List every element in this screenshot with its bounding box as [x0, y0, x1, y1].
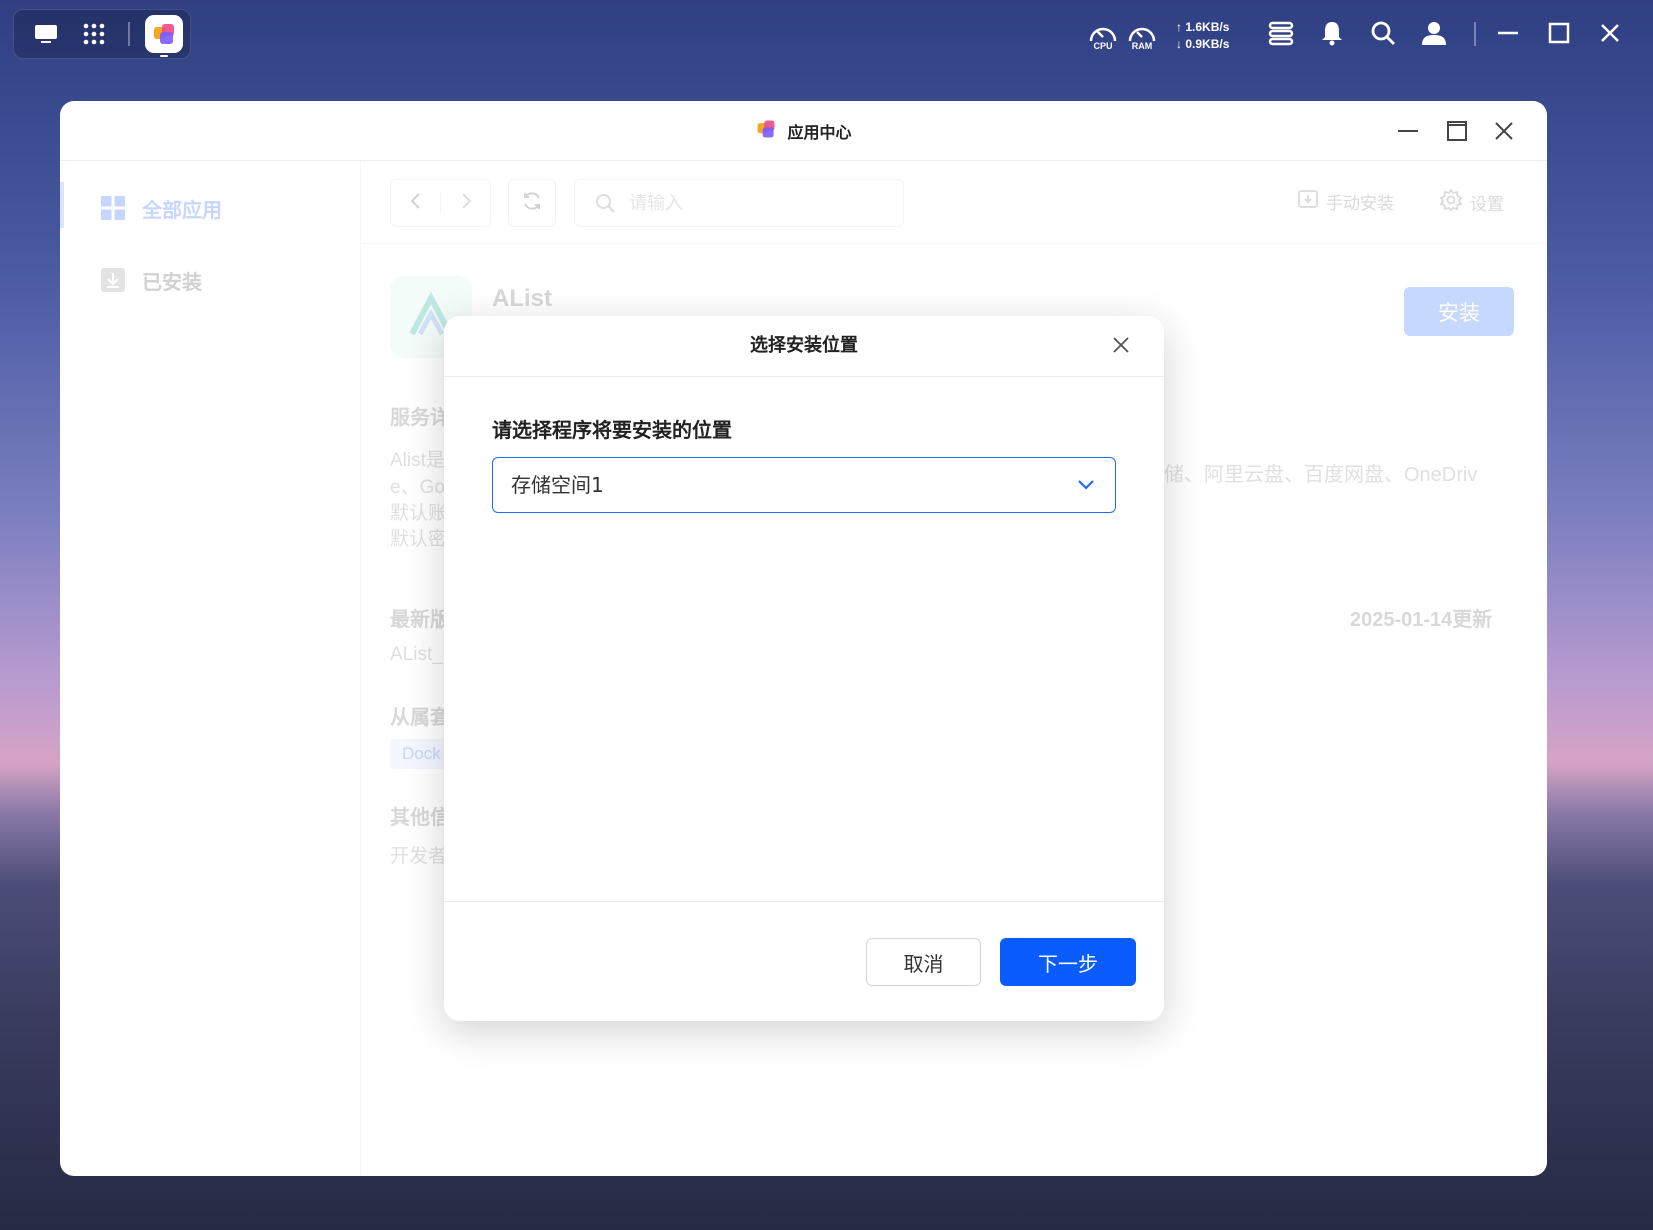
net-upload-rate: ↑ 1.6KB/s	[1176, 20, 1229, 34]
window-titlebar[interactable]: 应用中心	[60, 101, 1547, 161]
next-button[interactable]: 下一步	[1000, 938, 1136, 986]
taskbar: CPU RAM ↑ 1.6KB/s ↓ 0.9KB/s	[0, 0, 1653, 66]
window-title-group: 应用中心	[60, 101, 1547, 160]
cancel-button[interactable]: 取消	[866, 938, 981, 986]
minimize-icon[interactable]	[1493, 18, 1523, 48]
maximize-icon[interactable]	[1544, 18, 1574, 48]
close-icon[interactable]	[1595, 18, 1625, 48]
net-down-value: 0.9KB/s	[1185, 37, 1230, 51]
window-minimize-icon[interactable]	[1394, 117, 1422, 145]
net-up-value: 1.6KB/s	[1185, 20, 1230, 34]
chevron-down-icon	[1075, 474, 1097, 496]
ram-gauge[interactable]: RAM	[1125, 22, 1159, 56]
window-close-icon[interactable]	[1490, 117, 1518, 145]
dialog-prompt: 请选择程序将要安装的位置	[492, 418, 732, 442]
app-grid-icon[interactable]	[72, 10, 116, 58]
app-center-logo-icon	[755, 118, 777, 144]
arrow-up-icon: ↑	[1176, 20, 1186, 34]
location-select[interactable]: 存储空间1	[492, 457, 1116, 513]
arrow-down-icon: ↓	[1176, 37, 1186, 51]
dialog-footer-divider	[444, 901, 1164, 902]
window-maximize-icon[interactable]	[1443, 117, 1471, 145]
running-indicator	[160, 55, 168, 57]
taskbar-separator	[128, 22, 130, 46]
close-icon	[1111, 335, 1131, 359]
bell-icon[interactable]	[1317, 18, 1347, 48]
window-title: 应用中心	[787, 124, 852, 142]
taskbar-separator-right	[1474, 22, 1476, 46]
desktop-icon[interactable]	[24, 10, 68, 58]
ram-label: RAM	[1131, 41, 1153, 51]
cpu-gauge[interactable]: CPU	[1086, 22, 1120, 56]
user-icon[interactable]	[1419, 18, 1449, 48]
taskbar-launcher-group	[13, 9, 191, 59]
location-select-value: 存储空间1	[511, 473, 604, 497]
net-download-rate: ↓ 0.9KB/s	[1176, 37, 1229, 51]
app-center-icon[interactable]	[145, 15, 183, 53]
dialog-header-divider	[444, 376, 1164, 377]
dialog-title: 选择安装位置	[750, 335, 858, 356]
task-manager-icon[interactable]	[1266, 18, 1296, 48]
install-location-dialog: 选择安装位置 请选择程序将要安装的位置 存储空间1 取消 下一步	[444, 316, 1164, 1021]
dialog-close-button[interactable]	[1106, 332, 1136, 362]
search-icon[interactable]	[1368, 18, 1398, 48]
cpu-label: CPU	[1093, 41, 1113, 51]
